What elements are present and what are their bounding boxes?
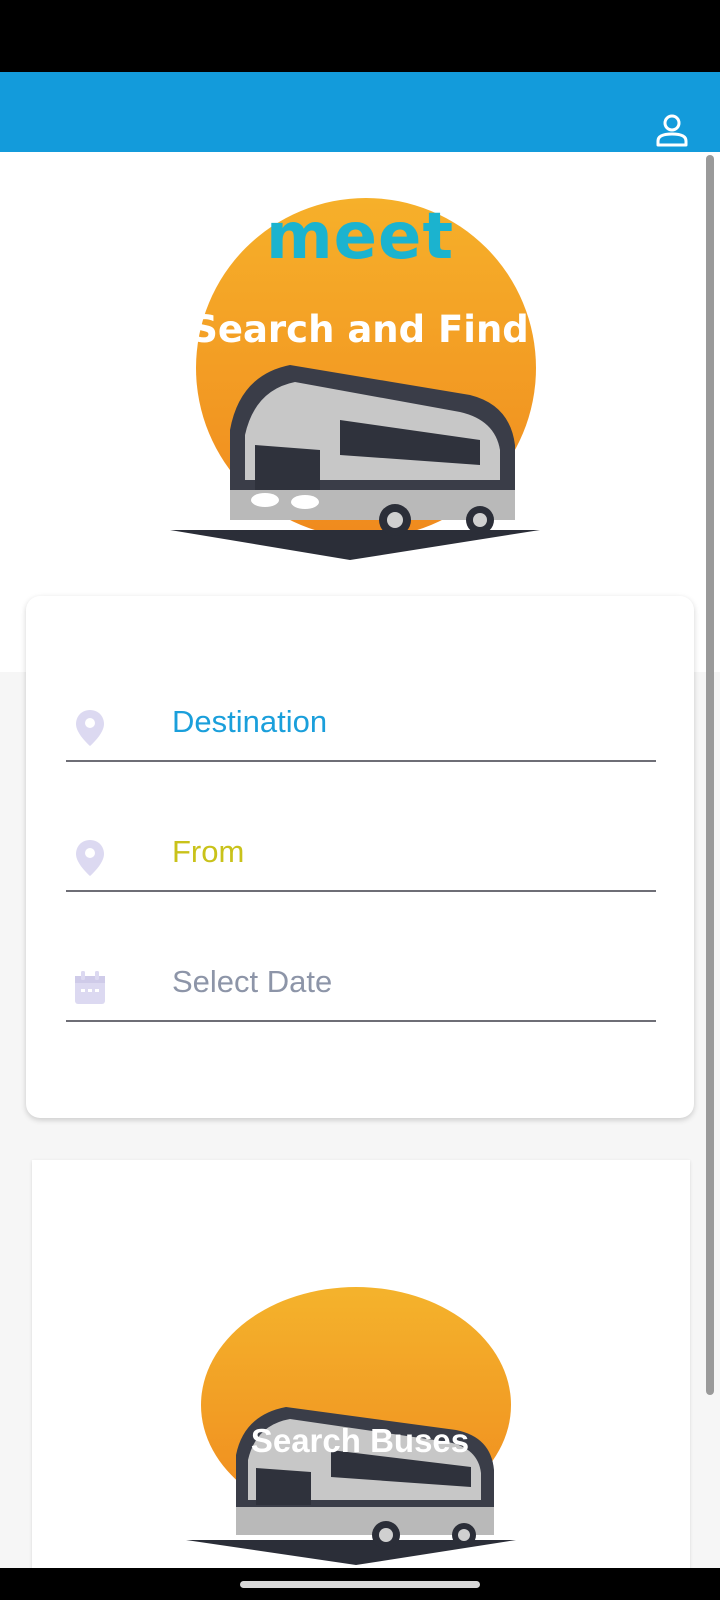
location-pin-icon [76, 710, 104, 746]
location-pin-icon [76, 840, 104, 876]
home-gesture-handle[interactable] [240, 1581, 480, 1588]
status-bar [0, 0, 720, 72]
from-label: From [172, 834, 245, 869]
scrollbar[interactable] [706, 155, 714, 1395]
from-field[interactable]: From [66, 828, 656, 892]
destination-field[interactable]: Destination [66, 698, 656, 762]
tagline: Search and Find [191, 308, 529, 351]
destination-label: Destination [172, 704, 328, 739]
calendar-icon [75, 971, 105, 1004]
person-outline-icon [656, 114, 688, 147]
app-bar [0, 72, 720, 152]
date-field[interactable]: Select Date [66, 958, 656, 1022]
search-buses-button-label[interactable]: Search Buses [0, 1422, 720, 1460]
brand-logo-text: meet [265, 200, 455, 274]
profile-button[interactable] [652, 110, 692, 150]
select-date-label: Select Date [172, 964, 333, 999]
